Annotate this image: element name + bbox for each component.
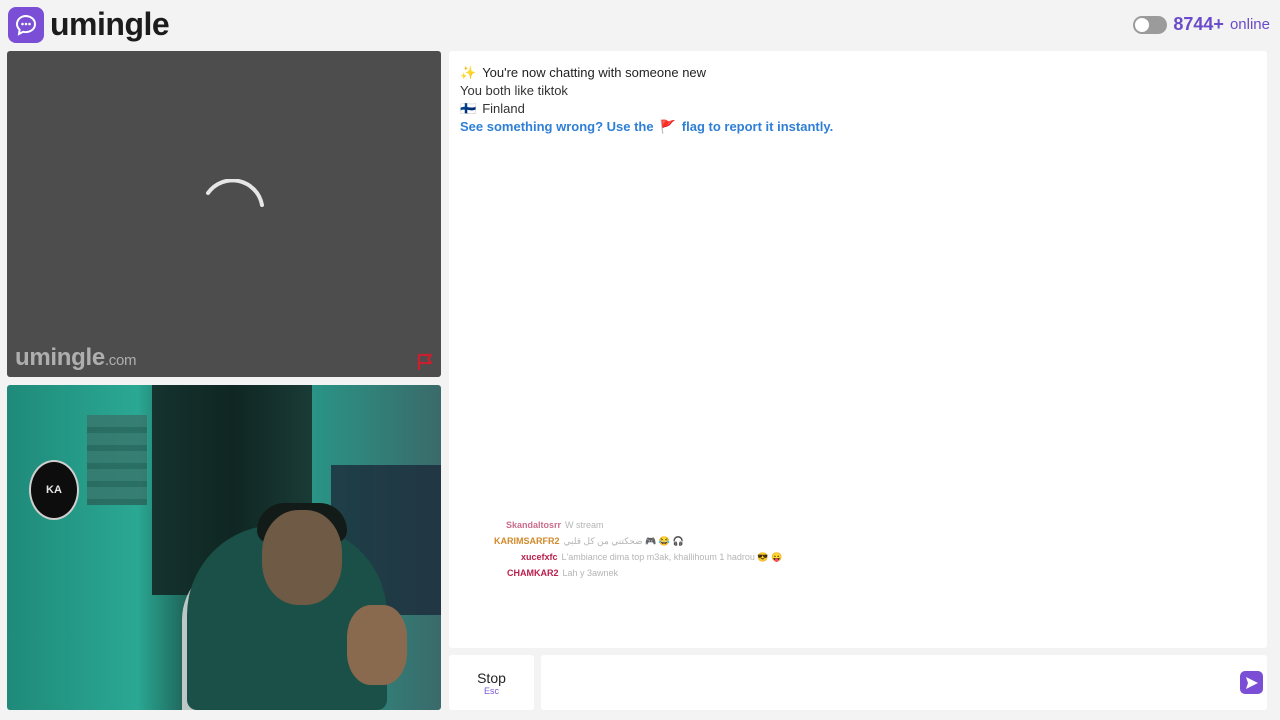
channel-emblem-icon: KA	[29, 460, 79, 520]
online-label: online	[1229, 16, 1270, 33]
chat-bubble-icon	[8, 6, 44, 43]
remote-video: umingle.com	[7, 51, 441, 377]
common-interest: You both like tiktok	[460, 82, 833, 100]
system-message-text: You're now chatting with someone new	[482, 65, 707, 80]
send-button[interactable]	[1240, 671, 1263, 694]
theme-toggle[interactable]	[1133, 15, 1168, 34]
stream-chat-user: Skandaltosrr	[506, 520, 562, 530]
online-indicator: 8744+ online	[1133, 14, 1270, 35]
report-hint-prefix: See something wrong? Use the	[460, 119, 654, 134]
stream-chat-row: CHAMKAR2 Lah y 3awnek	[494, 565, 794, 581]
video-watermark: umingle.com	[15, 344, 137, 372]
stream-chat-message: W stream	[565, 520, 604, 530]
send-icon	[1245, 676, 1258, 689]
stop-shortcut-hint: Esc	[483, 685, 499, 696]
watermark-brand: umingle	[15, 344, 105, 371]
stream-chat-user: CHAMKAR2	[507, 568, 559, 578]
streamer-head	[262, 510, 342, 605]
stream-chat-row: KARIMSARFR2 ضحكتني من كل قلبي 🎮 😂 🎧	[494, 533, 794, 549]
stream-chat-user: KARIMSARFR2	[494, 536, 560, 546]
common-interest-text: You both like tiktok	[460, 83, 568, 98]
stop-button[interactable]: Stop Esc	[449, 655, 534, 710]
logo-text: umingle	[50, 6, 170, 42]
logo[interactable]: umingle	[8, 6, 170, 43]
red-flag-icon: 🚩	[659, 119, 676, 134]
online-count: 8744+	[1173, 14, 1224, 34]
report-flag-icon[interactable]	[416, 353, 436, 371]
chat-log: ✨ You're now chatting with someone new Y…	[460, 64, 833, 136]
stream-chat-row: xucefxfc L'ambiance dima top m3ak, khall…	[494, 549, 794, 565]
emblem-text: KA	[46, 484, 62, 496]
loading-spinner-icon	[206, 179, 264, 207]
chat-panel: ✨ You're now chatting with someone new Y…	[449, 51, 1267, 648]
report-hint-suffix: flag to report it instantly.	[681, 119, 834, 134]
sparkles-icon: ✨	[460, 65, 477, 80]
watermark-domain: .com	[104, 352, 137, 369]
finland-flag-icon: 🇫🇮	[460, 101, 477, 116]
system-message: ✨ You're now chatting with someone new	[460, 64, 833, 82]
stream-chat-overlay: Skandaltosrr W stream KARIMSARFR2 ضحكتني…	[494, 517, 794, 581]
partner-country: 🇫🇮 Finland	[460, 100, 833, 118]
stream-chat-message: Lah y 3awnek	[562, 568, 619, 578]
stream-chat-message: ضحكتني من كل قلبي 🎮 😂 🎧	[563, 536, 684, 546]
partner-country-text: Finland	[482, 101, 525, 116]
message-input[interactable]	[541, 655, 1267, 710]
background-shelf	[87, 415, 147, 505]
stream-chat-message: L'ambiance dima top m3ak, khallihoum 1 h…	[561, 552, 783, 562]
stream-chat-user: xucefxfc	[521, 552, 558, 562]
local-video: KA	[7, 385, 441, 710]
stream-chat-row: Skandaltosrr W stream	[494, 517, 794, 533]
streamer-hand	[347, 605, 407, 685]
report-hint: See something wrong? Use the 🚩 flag to r…	[460, 118, 833, 136]
stop-button-label: Stop	[477, 669, 506, 686]
